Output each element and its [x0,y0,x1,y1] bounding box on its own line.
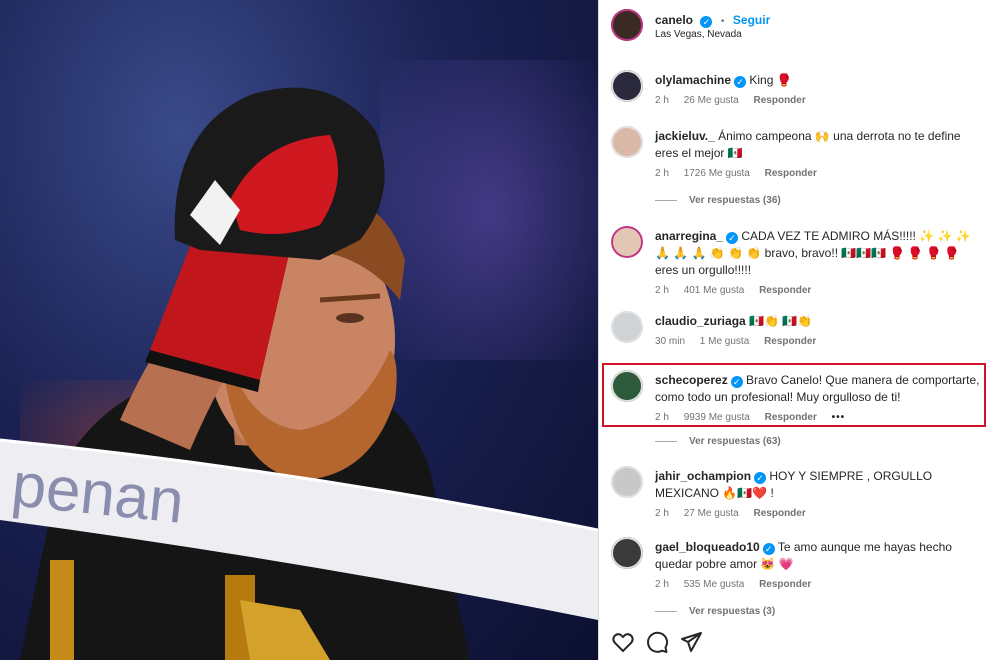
avatar[interactable] [611,226,643,258]
comment-username[interactable]: schecoperez [655,373,728,387]
comment-text: King 🥊 [749,73,792,87]
heart-icon[interactable] [611,630,635,654]
reply-button[interactable]: Responder [759,285,811,296]
comment-icon[interactable] [645,630,669,654]
comment-username[interactable]: anarregina_ [655,229,723,243]
comment-likes[interactable]: 27 Me gusta [684,508,739,519]
comment-time: 2 h [655,95,669,106]
reply-button[interactable]: Responder [765,412,817,423]
comment-time: 2 h [655,579,669,590]
comment-likes[interactable]: 1726 Me gusta [684,168,750,179]
comment-username[interactable]: jahir_ochampion [655,469,751,483]
avatar[interactable] [611,537,643,569]
action-bar [599,626,990,660]
verified-icon: ✓ [734,76,747,88]
comment-time: 2 h [655,285,669,296]
comment-likes[interactable]: 1 Me gusta [700,336,749,347]
post-photo: penan [0,0,598,660]
comment-likes[interactable]: 9939 Me gusta [684,412,750,423]
comment-username[interactable]: claudio_zuriaga [655,314,746,328]
avatar[interactable] [611,126,643,158]
comment-likes[interactable]: 401 Me gusta [684,285,745,296]
avatar[interactable] [611,311,643,343]
send-icon[interactable] [679,630,703,654]
comment-time: 30 min [655,336,686,347]
verified-icon: ✓ [700,16,713,28]
reply-button[interactable]: Responder [764,336,816,347]
avatar[interactable] [611,370,643,402]
comment-likes[interactable]: 535 Me gusta [684,579,745,590]
comments-panel: canelo ✓ • Seguir Las Vegas, Nevada olyl… [598,0,990,660]
comment-username[interactable]: olylamachine [655,73,731,87]
reply-button[interactable]: Responder [759,579,811,590]
follow-button[interactable]: Seguir [733,13,770,27]
verified-icon: ✓ [730,376,743,388]
view-replies-button[interactable]: Ver respuestas (36) [655,195,781,206]
comment-username[interactable]: gael_bloqueado10 [655,540,760,554]
boxer-illustration: penan [0,87,598,660]
verified-icon: ✓ [726,232,739,244]
author-username[interactable]: canelo [655,13,693,27]
view-replies-button[interactable]: Ver respuestas (63) [655,436,781,447]
author-avatar[interactable] [611,9,643,41]
reply-button[interactable]: Responder [754,95,806,106]
post-location[interactable]: Las Vegas, Nevada [655,29,742,40]
post-header: canelo ✓ • Seguir Las Vegas, Nevada [599,0,990,52]
reply-button[interactable]: Responder [765,168,817,179]
verified-icon: ✓ [754,472,767,484]
separator-dot: • [720,16,725,27]
avatar[interactable] [611,70,643,102]
verified-icon: ✓ [762,543,775,555]
comment-time: 2 h [655,168,669,179]
view-replies-button[interactable]: Ver respuestas (3) [655,606,775,617]
comment-time: 2 h [655,508,669,519]
reply-button[interactable]: Responder [754,508,806,519]
comment-time: 2 h [655,412,669,423]
comment-text: 🇲🇽👏 🇲🇽👏 [749,314,813,328]
comment-likes[interactable]: 26 Me gusta [684,95,739,106]
comment-username[interactable]: jackieluv._ [655,129,715,143]
avatar[interactable] [611,466,643,498]
more-options-icon[interactable]: ••• [832,412,846,423]
